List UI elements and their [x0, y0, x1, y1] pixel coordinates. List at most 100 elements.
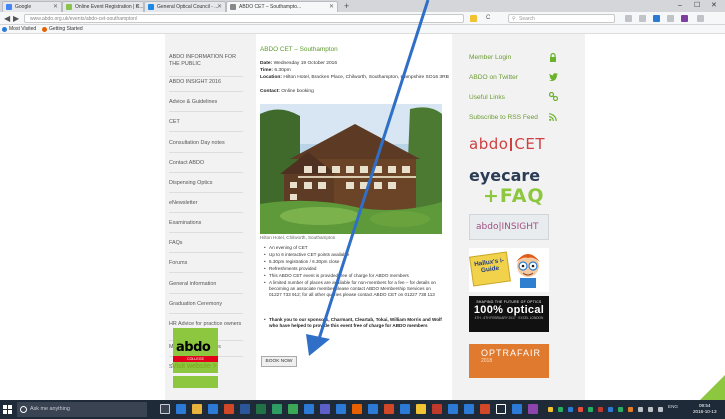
bookmark-getting-started[interactable]: Getting Started — [42, 25, 83, 34]
tray-icon[interactable] — [578, 407, 583, 412]
address-bar[interactable]: www.abdo.org.uk/events/abdo-cet-southamp… — [24, 14, 464, 23]
app-icon[interactable] — [400, 404, 410, 414]
app-icon[interactable] — [224, 404, 234, 414]
menu-icon[interactable] — [697, 15, 704, 22]
close-icon[interactable]: ✕ — [329, 2, 334, 12]
tab-online-event[interactable]: Online Event Registration | C... ✕ — [62, 1, 144, 12]
app-icon[interactable] — [512, 404, 522, 414]
eyecare-faq-ad[interactable]: eyecare +FAQ — [469, 166, 549, 207]
tray-icon[interactable] — [638, 407, 643, 412]
home-icon[interactable] — [667, 15, 674, 22]
time-label: Time: — [260, 68, 273, 73]
member-login-link[interactable]: Member Login — [469, 54, 511, 61]
link-icon[interactable] — [548, 91, 559, 103]
tray-icon[interactable] — [588, 407, 593, 412]
optrafair-ad[interactable]: OPTRAFAIR 2018 — [469, 344, 549, 378]
nav-item-dispensing[interactable]: Dispensing Optics — [169, 180, 245, 187]
app-icon[interactable] — [320, 404, 330, 414]
useful-links-link[interactable]: Useful Links — [469, 94, 505, 101]
lock-icon[interactable] — [549, 52, 557, 64]
back-button[interactable]: ◀ — [4, 13, 10, 24]
app-icon[interactable] — [496, 404, 506, 414]
star-icon[interactable] — [625, 15, 632, 22]
library-icon[interactable] — [639, 15, 646, 22]
minimize-button[interactable]: – — [678, 0, 682, 12]
app-icon[interactable] — [288, 404, 298, 414]
close-icon[interactable]: ✕ — [53, 2, 58, 12]
tab-google[interactable]: Google ✕ — [2, 1, 62, 12]
close-icon[interactable]: ✕ — [135, 2, 140, 12]
app-icon[interactable] — [528, 404, 538, 414]
excel-icon[interactable] — [256, 404, 266, 414]
app-icon[interactable] — [480, 404, 490, 414]
start-button[interactable] — [3, 405, 12, 414]
task-view-icon[interactable] — [160, 404, 170, 414]
app-icon[interactable] — [416, 404, 426, 414]
word-icon[interactable] — [240, 404, 250, 414]
app-icon[interactable] — [432, 404, 442, 414]
tab-abdo-cet[interactable]: ABDO CET – Southampto... ✕ — [226, 1, 338, 12]
search-input[interactable]: ⚲ Search — [508, 14, 615, 23]
close-window-button[interactable]: ✕ — [711, 0, 717, 12]
maximize-button[interactable]: ☐ — [694, 0, 700, 12]
app-icon[interactable] — [368, 404, 378, 414]
tray-icon[interactable] — [618, 407, 623, 412]
nav-item-examinations[interactable]: Examinations — [169, 220, 245, 227]
close-icon[interactable]: ✕ — [217, 2, 222, 12]
nav-item-public-info[interactable]: ABDO INFORMATION FOR THE PUBLIC — [169, 54, 245, 67]
100-optical-ad[interactable]: SHAPING THE FUTURE OF OPTICS 100% optica… — [469, 296, 549, 332]
tray-icon[interactable] — [598, 407, 603, 412]
nav-item-insight[interactable]: ABDO INSIGHT 2016 — [169, 79, 245, 86]
nav-item-forums[interactable]: Forums — [169, 260, 245, 267]
tab-label: ABDO CET – Southampto... — [239, 4, 302, 10]
app-icon[interactable] — [464, 404, 474, 414]
chrome-icon[interactable] — [448, 404, 458, 414]
twitter-link[interactable]: ABDO on Twitter — [469, 74, 518, 81]
new-tab-button[interactable]: + — [344, 0, 349, 12]
nav-item-hr-advice[interactable]: HR Advice for practice owners — [169, 321, 245, 328]
extension-icon[interactable] — [681, 15, 688, 22]
clock[interactable]: 09:54 2016-10-13 — [693, 403, 717, 415]
forward-button[interactable]: ▶ — [13, 13, 19, 24]
visit-website-link[interactable]: Visit website > — [172, 363, 217, 370]
tab-goc[interactable]: General Optical Council - ... ✕ — [144, 1, 226, 12]
cortana-search-input[interactable]: Ask me anything — [17, 402, 147, 417]
tray-icon[interactable] — [568, 407, 573, 412]
firefox-icon[interactable] — [352, 404, 362, 414]
nav-item-cet[interactable]: CET — [169, 119, 245, 126]
abdo-insight-ad[interactable]: abdo|INSIGHT — [469, 214, 549, 240]
nav-item-consultation[interactable]: Consultation Day notes — [169, 140, 245, 147]
abdo-cet-ad[interactable]: abdo CET — [469, 135, 549, 153]
reader-view-icon[interactable] — [470, 15, 477, 22]
language-indicator[interactable]: ENG — [668, 404, 678, 409]
bookmark-most-visited[interactable]: Most Visited — [2, 25, 36, 34]
powerpoint-icon[interactable] — [384, 404, 394, 414]
rss-icon[interactable] — [548, 113, 557, 123]
twitter-icon[interactable] — [549, 73, 558, 83]
nav-item-advice[interactable]: Advice & Guidelines — [169, 99, 245, 106]
abdo-favicon-icon — [230, 4, 236, 10]
edge-icon[interactable] — [176, 404, 186, 414]
hallux-iguide-ad[interactable]: Hallux's i-Guide — [469, 248, 549, 292]
app-icon[interactable] — [272, 404, 282, 414]
outlook-icon[interactable] — [304, 404, 314, 414]
tray-icon[interactable] — [648, 407, 653, 412]
nav-item-enewsletter[interactable]: eNewsletter — [169, 200, 245, 207]
tray-icon[interactable] — [628, 407, 633, 412]
rss-link[interactable]: Subscribe to RSS Feed — [469, 114, 538, 121]
file-explorer-icon[interactable] — [192, 404, 202, 414]
book-now-button[interactable]: BOOK NOW — [261, 356, 297, 367]
download-icon[interactable] — [653, 15, 660, 22]
tray-icon[interactable] — [548, 407, 553, 412]
nav-item-faqs[interactable]: FAQs — [169, 240, 245, 247]
store-icon[interactable] — [208, 404, 218, 414]
list-item: 6.30pm registration / 6.30pm close — [264, 259, 444, 265]
app-icon[interactable] — [336, 404, 346, 414]
nav-item-graduation[interactable]: Graduation Ceremony — [169, 301, 245, 308]
speaker-icon[interactable] — [658, 407, 663, 412]
nav-item-contact[interactable]: Contact ABDO — [169, 160, 245, 167]
tray-icon[interactable] — [608, 407, 613, 412]
nav-item-general[interactable]: General information — [169, 281, 245, 288]
tray-icon[interactable] — [558, 407, 563, 412]
reload-button[interactable]: C — [486, 13, 490, 24]
